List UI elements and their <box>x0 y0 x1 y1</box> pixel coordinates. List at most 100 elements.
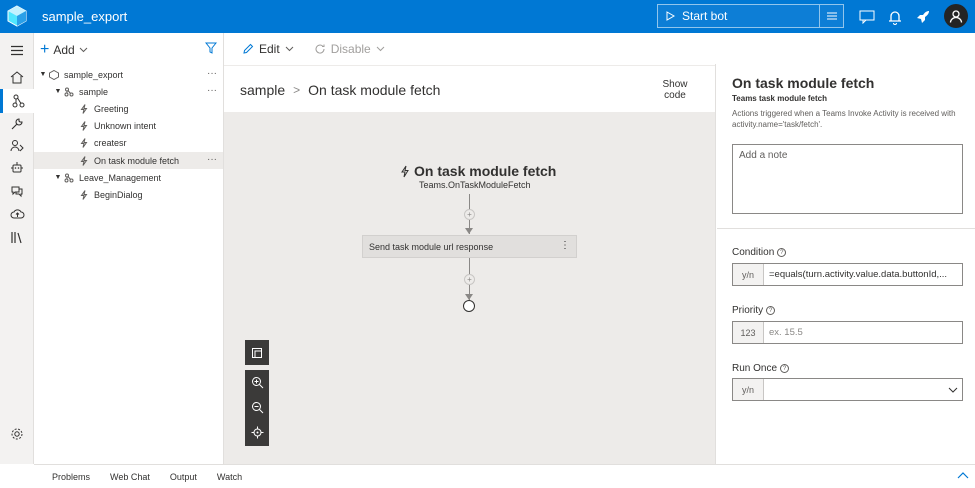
editor-toolbar: Edit Disable <box>224 33 715 66</box>
tree-item-label: BeginDialog <box>94 189 143 200</box>
notification-bell-icon[interactable] <box>885 7 905 27</box>
flow-canvas[interactable]: On task module fetch Teams.OnTaskModuleF… <box>224 112 715 464</box>
properties-panel: On task module fetch Teams task module f… <box>715 64 975 464</box>
priority-label-text: Priority <box>732 305 764 316</box>
priority-placeholder[interactable]: ex. 15.5 <box>764 327 962 338</box>
bot-responses-icon[interactable] <box>0 156 34 180</box>
caret-down-icon[interactable]: ▼ <box>53 88 63 95</box>
tree-item[interactable]: Greeting <box>34 100 223 117</box>
tree-item[interactable]: createsr <box>34 135 223 152</box>
lightning-icon <box>78 120 90 132</box>
dialog-icon <box>63 86 75 98</box>
lightning-icon <box>401 165 409 177</box>
condition-label: Condition ? <box>732 247 787 258</box>
more-options-icon[interactable]: ⋮ <box>560 240 570 251</box>
type-prefix: y/n <box>733 264 764 285</box>
tab-problems[interactable]: Problems <box>52 472 90 482</box>
zoom-out-icon[interactable] <box>245 395 269 420</box>
info-icon[interactable]: ? <box>766 306 776 315</box>
more-options-icon[interactable]: ··· <box>207 154 217 165</box>
chevron-down-icon <box>285 46 294 52</box>
start-bot-button[interactable]: Start bot <box>657 4 844 28</box>
chevron-up-icon[interactable] <box>957 471 969 479</box>
design-icon[interactable] <box>0 89 34 113</box>
show-code-label: code <box>664 90 686 101</box>
lightning-icon <box>78 103 90 115</box>
user-avatar[interactable] <box>944 4 968 28</box>
disable-button[interactable]: Disable <box>314 42 385 56</box>
zoom-in-icon[interactable] <box>245 370 269 395</box>
lightning-icon <box>78 137 90 149</box>
tree-toolbar: + Add <box>34 33 223 66</box>
knowledge-icon[interactable] <box>0 179 34 203</box>
minimap-toggle-button[interactable] <box>245 340 269 365</box>
add-button[interactable]: + Add <box>40 40 88 58</box>
condition-value[interactable]: =equals(turn.activity.value.data.buttonI… <box>764 269 962 280</box>
tree-item[interactable]: ▼ sample ··· <box>34 83 223 100</box>
tree-item[interactable]: Unknown intent <box>34 118 223 135</box>
breadcrumb-item[interactable]: sample <box>240 82 285 98</box>
tab-output[interactable]: Output <box>170 472 197 482</box>
pencil-icon <box>243 43 254 54</box>
breadcrumb-item[interactable]: On task module fetch <box>308 82 440 98</box>
properties-subtitle: Teams task module fetch <box>732 94 827 103</box>
plus-icon: + <box>40 40 50 58</box>
divider <box>717 228 975 229</box>
run-once-dropdown[interactable]: y/n <box>732 378 963 401</box>
priority-field[interactable]: 123 ex. 15.5 <box>732 321 963 344</box>
hamburger-menu-icon[interactable] <box>0 38 34 62</box>
rocket-icon[interactable] <box>913 7 933 27</box>
tab-watch[interactable]: Watch <box>217 472 242 482</box>
properties-title: On task module fetch <box>732 75 875 91</box>
bot-menu-icon[interactable] <box>819 5 843 27</box>
tree-item[interactable]: BeginDialog <box>34 186 223 203</box>
home-icon[interactable] <box>0 65 34 89</box>
disable-label: Disable <box>330 42 371 56</box>
chat-icon[interactable] <box>857 7 877 27</box>
priority-label: Priority ? <box>732 305 776 316</box>
wrench-icon[interactable] <box>0 112 34 136</box>
cloud-publish-icon[interactable] <box>0 202 34 226</box>
edit-button[interactable]: Edit <box>242 42 294 56</box>
condition-label-text: Condition <box>732 247 775 258</box>
settings-gear-icon[interactable] <box>0 422 34 446</box>
add-node-plus-icon[interactable]: + <box>464 209 475 220</box>
type-prefix: y/n <box>733 379 764 400</box>
info-icon[interactable]: ? <box>780 364 790 373</box>
tree-item-label: sample <box>79 86 109 97</box>
edit-label: Edit <box>259 42 280 56</box>
project-tree-panel: + Add ▼ sample_export ··· ▼ sample ··· Greetin… <box>34 33 224 464</box>
tree-item-label: sample_export <box>64 69 124 80</box>
tree-item[interactable]: ▼ sample_export ··· <box>34 66 223 83</box>
breadcrumb: sample > On task module fetch <box>240 82 440 98</box>
arrow-down-icon <box>465 228 473 234</box>
fit-view-icon <box>245 340 269 365</box>
note-textarea[interactable]: Add a note <box>732 144 963 214</box>
action-node-send-task-module-url[interactable]: Send task module url response ⋮ <box>362 235 577 258</box>
caret-down-icon[interactable]: ▼ <box>38 71 48 78</box>
show-code-button[interactable]: Show code <box>655 79 695 101</box>
recenter-icon[interactable] <box>245 420 269 445</box>
tab-web-chat[interactable]: Web Chat <box>110 472 150 482</box>
user-input-icon[interactable] <box>0 134 34 158</box>
flow-end-node <box>463 300 475 312</box>
add-node-plus-icon[interactable]: + <box>464 274 475 285</box>
tree-item[interactable]: ▼ Leave_Management <box>34 169 223 186</box>
trigger-node-title[interactable]: On task module fetch <box>400 163 556 179</box>
tree-item-label: createsr <box>94 138 127 149</box>
info-icon[interactable]: ? <box>777 248 787 257</box>
tree-item-label: On task module fetch <box>94 155 180 166</box>
more-options-icon[interactable]: ··· <box>207 85 217 96</box>
library-icon[interactable] <box>0 225 34 249</box>
condition-field[interactable]: y/n =equals(turn.activity.value.data.but… <box>732 263 963 286</box>
caret-down-icon[interactable]: ▼ <box>53 174 63 181</box>
more-options-icon[interactable]: ··· <box>207 68 217 79</box>
bottom-debug-bar: Problems Web Chat Output Watch <box>34 464 975 488</box>
run-once-label-text: Run Once <box>732 363 778 374</box>
tree-item[interactable]: On task module fetch ··· <box>34 152 223 169</box>
visual-editor: Edit Disable sample > On task module fet… <box>224 33 715 464</box>
run-once-label: Run Once ? <box>732 363 790 374</box>
filter-icon[interactable] <box>205 42 217 54</box>
chevron-down-icon <box>944 387 962 393</box>
properties-description: Actions triggered when a Teams Invoke Ac… <box>732 109 956 129</box>
